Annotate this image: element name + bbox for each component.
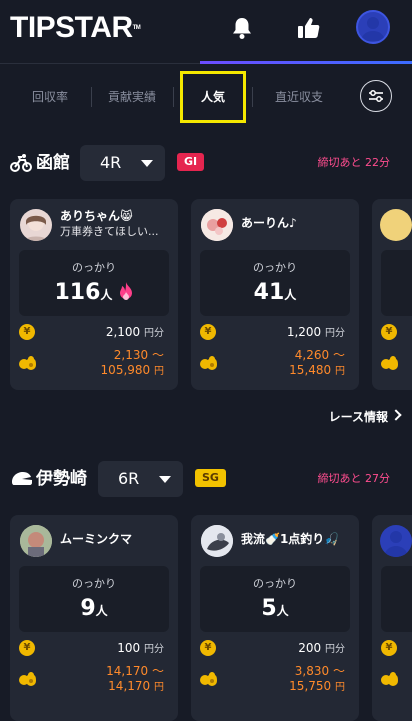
follower-unit: 人 <box>276 604 289 618</box>
tipster-name: あーりん♪ <box>241 216 297 230</box>
avatar <box>201 209 233 241</box>
tipster-card[interactable]: ムーミンクマ のっかり 9人 ¥ 100 円分 14,170 〜 14,170 … <box>10 515 178 721</box>
payout-range: 3,830 〜 15,750 円 <box>289 664 345 693</box>
follower-label: のっかり <box>72 261 116 274</box>
venue-name: 伊勢崎 <box>36 469 87 489</box>
header-accent-bar <box>200 61 412 64</box>
follower-box: のっかり 5人 <box>200 566 350 632</box>
follower-unit: 人 <box>95 604 108 618</box>
money-bag-icon <box>199 669 217 687</box>
race-header: 函館 4R GI 締切あと 22分 <box>0 143 412 183</box>
race-number: 6R <box>118 469 140 488</box>
bet-amount: 100 円分 <box>117 641 164 655</box>
bicycle-icon <box>10 153 32 173</box>
tipster-card[interactable]: あーりん♪ のっかり 41人 ¥ 1,200 円分 4,260 〜 15,480… <box>191 199 359 390</box>
bell-icon[interactable] <box>226 12 258 44</box>
payout-range: 4,260 〜 15,480 円 <box>289 348 345 377</box>
yen-coin-icon: ¥ <box>19 324 35 340</box>
race-number-select[interactable]: 6R <box>98 461 183 497</box>
thumbs-up-icon[interactable] <box>293 12 325 44</box>
user-avatar[interactable] <box>356 10 390 44</box>
money-bag-icon <box>18 353 36 371</box>
tipster-name: ムーミンクマ <box>60 532 133 546</box>
bet-amount: 2,100 円分 <box>105 325 164 339</box>
payout-range: 14,170 〜 14,170 円 <box>106 664 164 693</box>
race-header: 伊勢崎 6R SG 締切あと 27分 <box>0 459 412 499</box>
money-bag-icon <box>380 353 398 371</box>
avatar <box>20 525 52 557</box>
bet-amount: 1,200 円分 <box>286 325 345 339</box>
app-header: TIPSTARTM <box>0 0 412 64</box>
deadline-text: 締切あと 22分 <box>317 156 391 169</box>
follower-box <box>381 250 412 316</box>
follower-count: 41 <box>253 280 285 305</box>
avatar <box>201 525 233 557</box>
chevron-down-icon <box>159 476 171 483</box>
tab-divider <box>91 87 92 107</box>
money-bag-icon <box>380 669 398 687</box>
race-number: 4R <box>100 153 122 172</box>
follower-unit: 人 <box>284 288 297 302</box>
money-bag-icon <box>18 669 36 687</box>
follower-count: 9 <box>80 596 96 621</box>
sliders-icon <box>369 90 383 102</box>
race-number-select[interactable]: 4R <box>80 145 165 181</box>
tipstar-logo[interactable]: TIPSTARTM <box>10 10 141 46</box>
yen-coin-icon: ¥ <box>19 640 35 656</box>
filter-settings-button[interactable] <box>360 80 392 112</box>
chevron-down-icon <box>141 160 153 167</box>
grade-badge: SG <box>195 469 226 487</box>
avatar <box>380 209 412 241</box>
follower-box: のっかり 9人 <box>19 566 169 632</box>
follower-unit: 人 <box>100 288 113 302</box>
deadline-text: 締切あと 27分 <box>317 472 391 485</box>
tipster-name: ありちゃん😸 <box>60 209 133 223</box>
yen-coin-icon: ¥ <box>381 640 397 656</box>
tipster-name: 我流🍼1点釣り🎣 <box>241 532 340 546</box>
follower-label: のっかり <box>253 261 297 274</box>
yen-coin-icon: ¥ <box>381 324 397 340</box>
race-info-link[interactable]: レース情報 <box>329 408 388 426</box>
yen-coin-icon: ¥ <box>200 324 216 340</box>
chevron-right-icon[interactable] <box>390 409 402 421</box>
tab-recovery-rate[interactable]: 回収率 <box>18 76 82 118</box>
bet-amount: 200 円分 <box>298 641 345 655</box>
tipster-card-peek[interactable]: ¥ <box>372 515 412 721</box>
payout-range: 2,130 〜 105,980 円 <box>100 348 164 377</box>
tipster-card[interactable]: 我流🍼1点釣り🎣 のっかり 5人 ¥ 200 円分 3,830 〜 15,750… <box>191 515 359 721</box>
tab-divider <box>173 87 174 107</box>
helmet-icon <box>10 469 32 489</box>
grade-badge: GI <box>177 153 205 171</box>
venue-name: 函館 <box>36 153 70 173</box>
follower-count: 116 <box>54 280 101 305</box>
follower-box: のっかり 116人 <box>19 250 169 316</box>
tipster-comment: 万車券きてほしい... <box>60 225 159 238</box>
follower-label: のっかり <box>72 577 116 590</box>
follower-box: のっかり 41人 <box>200 250 350 316</box>
tab-contribution[interactable]: 貢献実績 <box>100 76 164 118</box>
avatar <box>380 525 412 557</box>
tab-divider <box>252 87 253 107</box>
avatar <box>20 209 52 241</box>
selection-highlight <box>180 71 246 123</box>
yen-coin-icon: ¥ <box>200 640 216 656</box>
follower-box <box>381 566 412 632</box>
tab-recent-balance[interactable]: 直近収支 <box>258 76 340 118</box>
flame-icon <box>119 282 132 300</box>
money-bag-icon <box>199 353 217 371</box>
tipster-card[interactable]: ありちゃん😸 万車券きてほしい... のっかり 116人 ¥ 2,100 円分 … <box>10 199 178 390</box>
follower-count: 5 <box>261 596 277 621</box>
tipster-card-peek[interactable]: ¥ <box>372 199 412 390</box>
follower-label: のっかり <box>253 577 297 590</box>
